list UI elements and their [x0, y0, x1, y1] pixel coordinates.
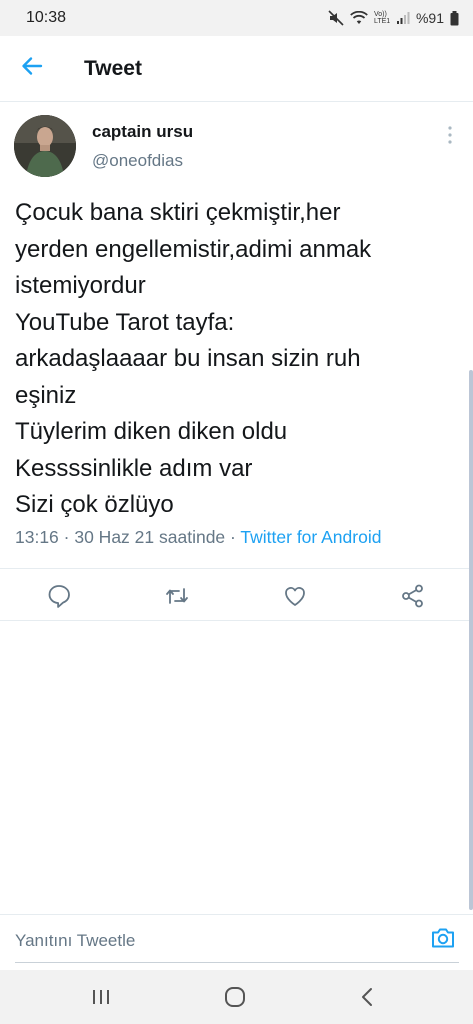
- status-icons: Vo)) LTE1 %91: [328, 10, 459, 26]
- author-handle[interactable]: @oneofdias: [92, 151, 193, 171]
- tweet-text-line: eşiniz: [15, 381, 77, 409]
- tweet-source-link[interactable]: Twitter for Android: [240, 527, 381, 547]
- more-vertical-icon: [445, 126, 455, 150]
- signal-icon: [396, 11, 410, 25]
- status-bar: 10:38 Vo)) LTE1 %91: [0, 0, 473, 36]
- scrollbar[interactable]: [469, 370, 473, 910]
- nav-back-button[interactable]: [356, 985, 380, 1009]
- mute-icon: [328, 10, 344, 26]
- reply-button[interactable]: [46, 583, 72, 609]
- meta-separator: ·: [58, 527, 75, 547]
- battery-text: %91: [415, 10, 444, 26]
- reply-input[interactable]: Yanıtını Tweetle: [15, 931, 427, 951]
- camera-button[interactable]: [427, 925, 459, 957]
- recents-icon: [89, 990, 113, 1013]
- like-icon: [282, 587, 308, 613]
- retweet-button[interactable]: [164, 583, 190, 609]
- more-options-button[interactable]: [445, 124, 455, 146]
- share-icon: [400, 584, 426, 613]
- meta-separator: ·: [225, 527, 241, 547]
- status-time: 10:38: [26, 9, 67, 26]
- tweet-text-line: yerden engellemistir,adimi anmak: [15, 235, 372, 263]
- reply-underline: [15, 962, 459, 963]
- share-button[interactable]: [400, 583, 426, 609]
- retweet-icon: [164, 588, 190, 613]
- tweet-text-line: Çocuk bana sktiri çekmiştir,her: [15, 199, 341, 226]
- reply-icon: [46, 585, 72, 613]
- camera-icon: [430, 926, 456, 955]
- tweet-date: 30 Haz 21 saatinde: [74, 527, 226, 547]
- tweet-text-line: istemiyordur: [15, 272, 146, 299]
- tweet-text-line: Sizi çok özlüyo: [15, 491, 174, 518]
- home-icon: [223, 987, 247, 1013]
- tweet-author[interactable]: captain ursu @oneofdias: [0, 102, 473, 182]
- tweet-meta: 13:16 · 30 Haz 21 saatinde · Twitter for…: [15, 527, 381, 548]
- page-title: Tweet: [84, 56, 142, 80]
- battery-icon: [450, 10, 459, 26]
- tweet-text-line: YouTube Tarot tayfa:: [15, 308, 235, 336]
- like-button[interactable]: [282, 583, 308, 609]
- tweet-text: Çocuk bana sktiri çekmiştir,her yerden e…: [15, 195, 465, 524]
- author-names: captain ursu @oneofdias: [92, 122, 193, 171]
- divider: [0, 620, 473, 621]
- network-label: Vo)) LTE1: [373, 11, 391, 25]
- tweet-text-line: Tüylerim diken diken oldu: [15, 418, 288, 445]
- avatar[interactable]: [14, 115, 76, 177]
- reply-bar: Yanıtını Tweetle: [0, 914, 473, 966]
- wifi-icon: [350, 11, 368, 25]
- tweet-actions: [0, 572, 473, 620]
- tweet-detail: captain ursu @oneofdias Çocuk bana sktir…: [0, 102, 473, 621]
- app-header: Tweet: [0, 36, 473, 102]
- tweet-time: 13:16: [15, 527, 59, 547]
- tweet-text-line: arkadaşlaaaar bu insan sizin ruh: [15, 345, 361, 372]
- tweet-text-line: Kessssinlikle adım var: [15, 454, 253, 482]
- divider: [0, 568, 473, 569]
- home-button[interactable]: [223, 985, 247, 1009]
- recents-button[interactable]: [89, 985, 113, 1009]
- back-button[interactable]: [0, 36, 64, 102]
- arrow-left-icon: [21, 55, 43, 82]
- back-icon: [356, 988, 380, 1013]
- screen: 10:38 Vo)) LTE1 %91 Tweet captain ursu @…: [0, 0, 473, 1024]
- system-nav-bar: [0, 970, 473, 1024]
- author-display-name[interactable]: captain ursu: [92, 122, 193, 142]
